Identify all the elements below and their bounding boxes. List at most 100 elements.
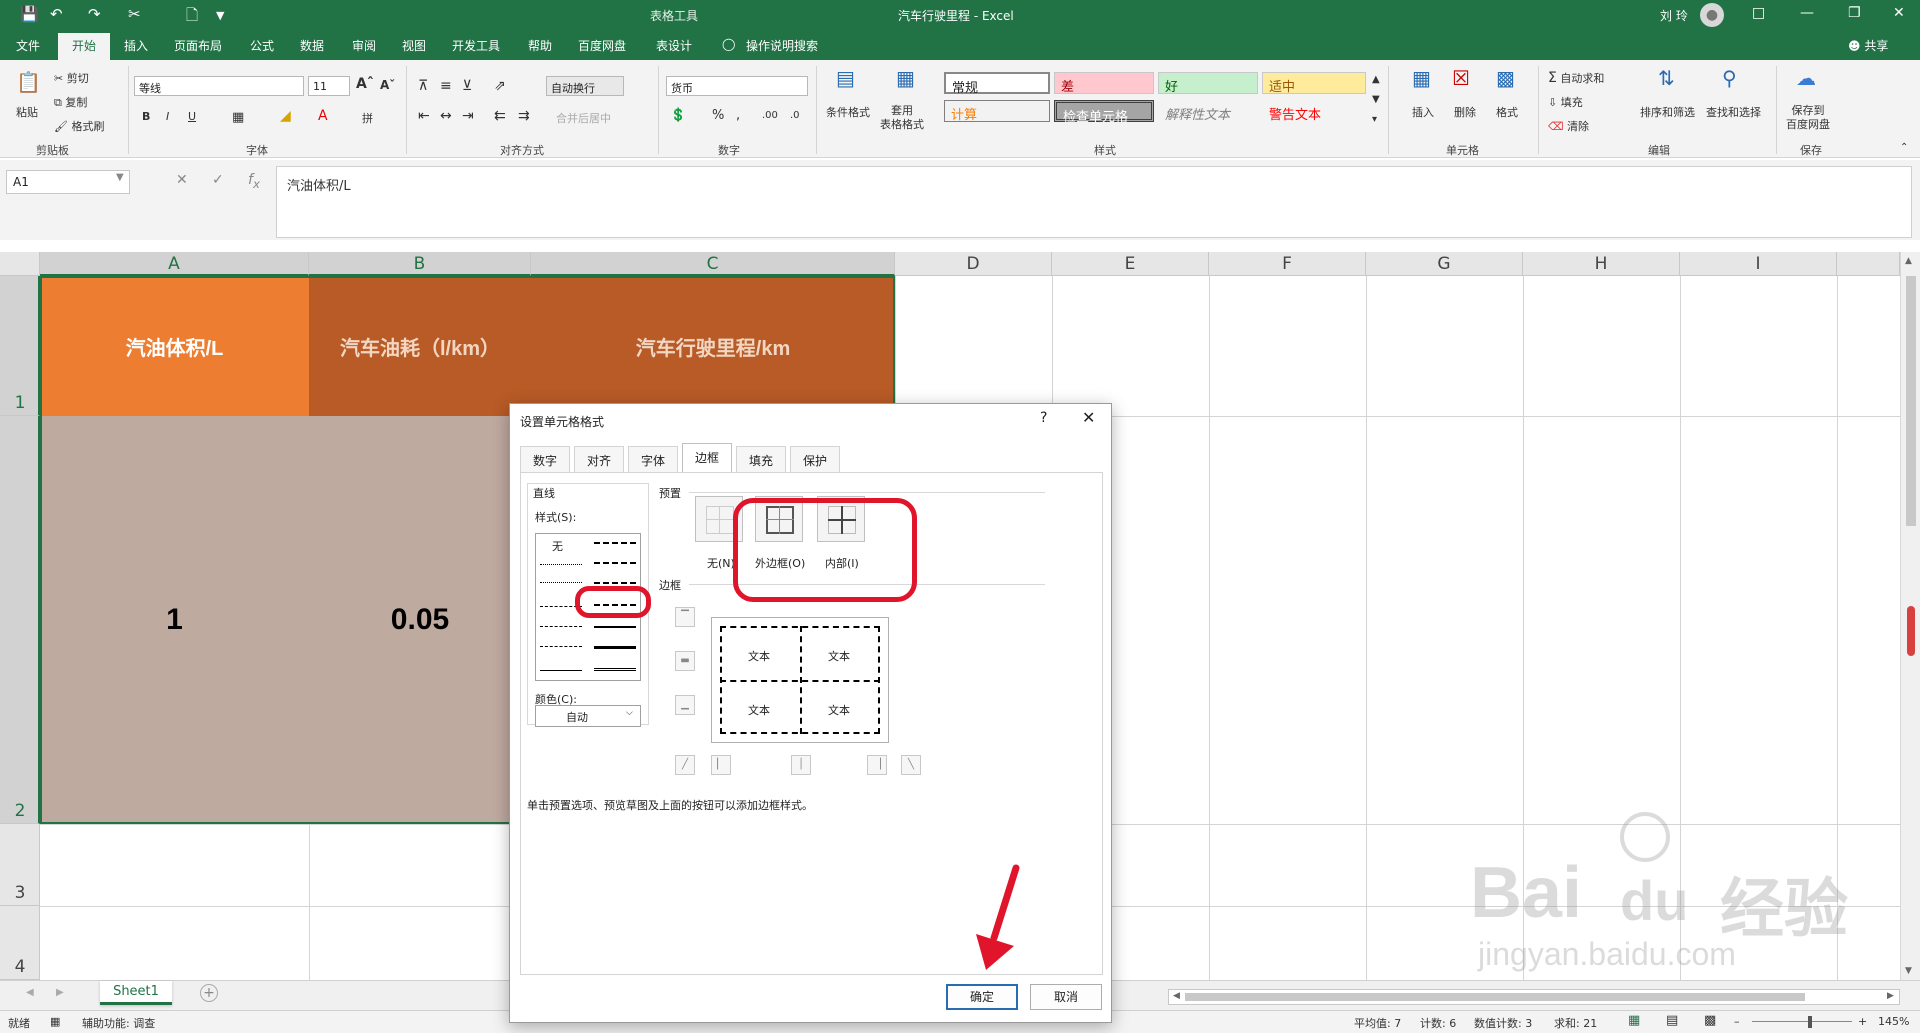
insert-function-icon[interactable]: fx	[248, 172, 260, 191]
comma-style-icon[interactable]: ,	[736, 108, 740, 123]
dialog-close-icon[interactable]: ✕	[1082, 408, 1095, 427]
increase-decimal-icon[interactable]: .00	[762, 110, 778, 121]
style-explanatory[interactable]: 解释性文本	[1158, 100, 1258, 123]
avatar[interactable]: ●	[1700, 3, 1724, 27]
line-style-dotted[interactable]	[540, 582, 582, 583]
close-icon[interactable]: ✕	[1893, 5, 1905, 21]
decrease-indent-icon[interactable]: ⇇	[494, 108, 506, 124]
style-check-cell[interactable]: 检查单元格	[1054, 100, 1154, 125]
page-break-view-icon[interactable]: ▩	[1704, 1013, 1716, 1028]
horizontal-scrollbar[interactable]: ◀ ▶	[1168, 989, 1900, 1005]
tab-border[interactable]: 边框	[682, 443, 733, 472]
align-top-icon[interactable]: ⊼	[418, 78, 428, 94]
baidu-cloud-icon[interactable]: ☁	[1796, 66, 1816, 90]
tab-baidu-netdisk[interactable]: 百度网盘	[578, 37, 626, 54]
grow-font-icon[interactable]: Aˆ	[356, 76, 374, 92]
clear-button[interactable]: ⌫ 清除	[1548, 118, 1589, 134]
border-inner-vertical-button[interactable]: │	[791, 755, 811, 775]
tab-insert[interactable]: 插入	[124, 37, 148, 54]
fill-button[interactable]: ⇩ 填充	[1548, 94, 1583, 110]
align-center-icon[interactable]: ↔	[440, 108, 452, 124]
tab-page-layout[interactable]: 页面布局	[174, 37, 222, 54]
border-right-button[interactable]: ▕	[867, 755, 887, 775]
delete-cells-button[interactable]: 删除	[1454, 104, 1476, 120]
row-header-1[interactable]: 1	[0, 276, 40, 416]
insert-cells-button[interactable]: 插入	[1412, 104, 1434, 120]
new-file-icon[interactable]: 🗋	[186, 5, 198, 30]
border-bottom-button[interactable]: ▁	[675, 695, 695, 715]
tab-file[interactable]: 文件	[16, 37, 40, 54]
h-scroll-thumb[interactable]	[1185, 993, 1805, 1001]
prev-sheet-icon[interactable]: ◀	[26, 987, 34, 998]
scroll-up-icon[interactable]: ▲	[1905, 256, 1912, 266]
align-left-icon[interactable]: ⇤	[418, 108, 430, 124]
insert-cells-icon[interactable]: ▦	[1412, 66, 1431, 90]
decrease-decimal-icon[interactable]: .0	[790, 110, 800, 121]
zoom-slider-thumb[interactable]	[1808, 1016, 1812, 1028]
vertical-scrollbar[interactable]: ▲ ▼	[1900, 252, 1920, 980]
cancel-entry-icon[interactable]: ✕	[176, 172, 188, 188]
paste-button[interactable]: 粘贴	[16, 104, 38, 120]
tab-help[interactable]: 帮助	[528, 37, 552, 54]
scroll-down-icon[interactable]: ▼	[1905, 966, 1912, 976]
format-as-table-button[interactable]: 套用 表格格式	[880, 104, 924, 132]
name-box-dropdown-icon[interactable]: ▼	[116, 172, 124, 183]
tell-me-search[interactable]: 操作说明搜索	[746, 37, 818, 54]
tab-view[interactable]: 视图	[402, 37, 426, 54]
sort-filter-icon[interactable]: ⇅	[1658, 66, 1675, 90]
macro-record-icon[interactable]: ▦	[50, 1015, 60, 1028]
redo-icon[interactable]: ↷	[88, 5, 101, 23]
sheet-tab-sheet1[interactable]: Sheet1	[100, 981, 172, 1005]
find-select-button[interactable]: 查找和选择	[1706, 104, 1761, 120]
restore-icon[interactable]: ❐	[1848, 5, 1861, 21]
line-style-thin[interactable]	[540, 670, 582, 671]
cancel-button[interactable]: 取消	[1030, 984, 1102, 1010]
confirm-entry-icon[interactable]: ✓	[212, 172, 224, 188]
line-style-medium-dash-dot[interactable]	[594, 582, 636, 584]
merge-center-button[interactable]: 合并后居中	[556, 110, 611, 126]
tab-formulas[interactable]: 公式	[250, 37, 274, 54]
italic-button[interactable]: I	[166, 110, 169, 123]
style-bad[interactable]: 差	[1054, 72, 1154, 95]
undo-icon[interactable]: ↶	[50, 5, 63, 23]
tab-alignment[interactable]: 对齐	[574, 446, 625, 472]
border-left-button[interactable]: ▏	[711, 755, 731, 775]
cut-button[interactable]: ✂ 剪切	[54, 70, 89, 86]
tab-table-design[interactable]: 表设计	[656, 37, 692, 54]
tab-fill[interactable]: 填充	[736, 446, 787, 472]
line-style-dashed[interactable]	[540, 646, 582, 647]
tab-number[interactable]: 数字	[520, 446, 571, 472]
phonetic-icon[interactable]: 拼	[362, 110, 373, 126]
styles-more-icon[interactable]: ▾	[1372, 114, 1377, 125]
ok-button[interactable]: 确定	[946, 984, 1018, 1010]
tab-developer[interactable]: 开发工具	[452, 37, 500, 54]
line-style-none[interactable]: 无	[552, 538, 563, 554]
column-header-g[interactable]: G	[1366, 252, 1523, 276]
tab-review[interactable]: 审阅	[352, 37, 376, 54]
border-diagonal-down-button[interactable]: ╲	[901, 755, 921, 775]
cut-icon[interactable]: ✂	[128, 5, 141, 23]
line-style-double[interactable]	[594, 668, 636, 671]
border-top-button[interactable]: ▔	[675, 607, 695, 627]
column-header-d[interactable]: D	[895, 252, 1052, 276]
zoom-in-icon[interactable]: +	[1858, 1015, 1867, 1028]
line-style-slanted-dash-dot[interactable]	[594, 562, 636, 564]
column-header-b[interactable]: B	[309, 252, 531, 276]
delete-cells-icon[interactable]: ☒	[1452, 66, 1470, 90]
save-icon[interactable]: 💾	[20, 5, 39, 23]
formula-input[interactable]: 汽油体积/L	[276, 166, 1912, 238]
normal-view-icon[interactable]: ▦	[1628, 1013, 1640, 1028]
zoom-level[interactable]: 145%	[1878, 1015, 1909, 1028]
select-all-corner[interactable]	[0, 252, 40, 276]
tab-protection[interactable]: 保护	[790, 446, 841, 472]
find-select-icon[interactable]: ⚲	[1722, 66, 1737, 90]
row-header-4[interactable]: 4	[0, 906, 40, 980]
column-header-i[interactable]: I	[1680, 252, 1837, 276]
copy-button[interactable]: ⧉ 复制	[54, 94, 87, 110]
styles-scroll-up-icon[interactable]: ▲	[1372, 74, 1380, 85]
share-button[interactable]: ☻ 共享	[1848, 37, 1888, 54]
zoom-slider[interactable]	[1752, 1021, 1852, 1022]
increase-indent-icon[interactable]: ⇉	[518, 108, 530, 124]
font-size-select[interactable]: 11	[308, 76, 350, 96]
borders-icon[interactable]: ▦	[232, 110, 244, 125]
